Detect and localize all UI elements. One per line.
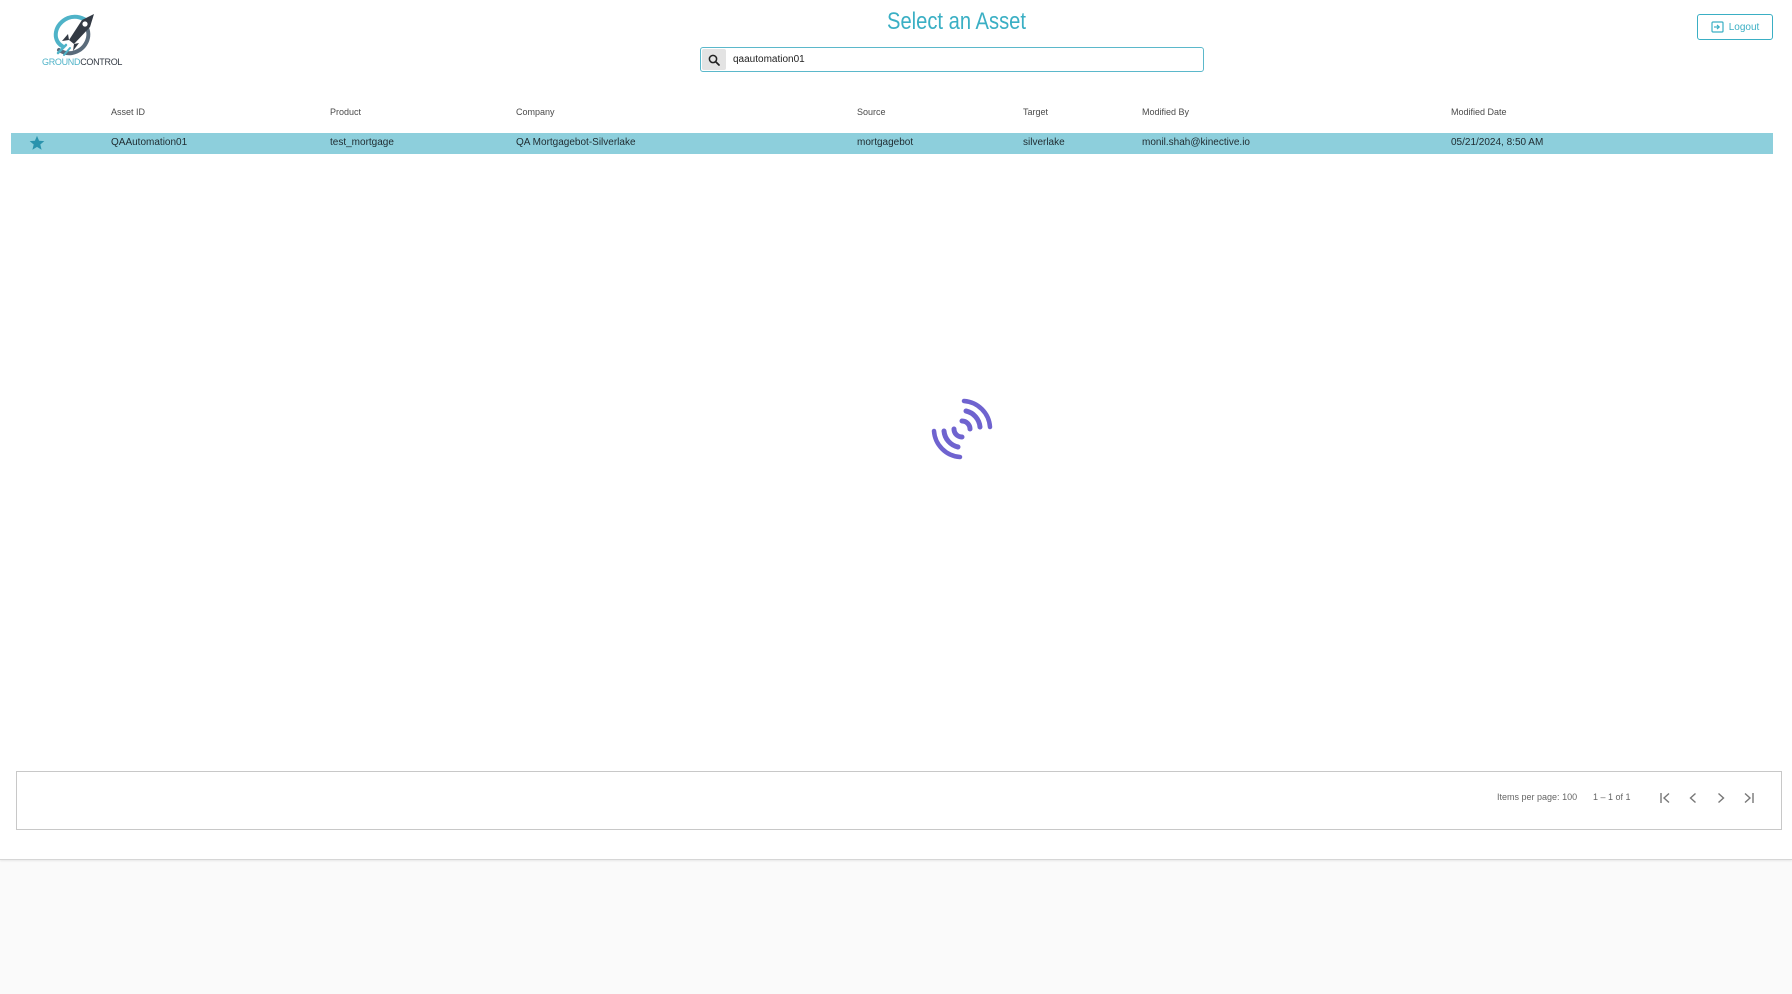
search-input[interactable]	[733, 48, 1193, 71]
column-header-asset-id[interactable]: Asset ID	[111, 107, 145, 117]
search-icon	[708, 54, 720, 66]
last-page-icon	[1744, 792, 1754, 804]
items-per-page[interactable]: Items per page: 100	[1497, 792, 1577, 802]
chevron-left-icon	[1689, 792, 1696, 804]
next-page-button[interactable]	[1710, 787, 1732, 809]
first-page-icon	[1660, 792, 1670, 804]
search-box	[700, 47, 1204, 72]
column-header-source[interactable]: Source	[857, 107, 886, 117]
cell-company: QA Mortgagebot-Silverlake	[516, 137, 636, 148]
search-button[interactable]	[702, 49, 726, 70]
cell-source: mortgagebot	[857, 137, 914, 148]
logout-button[interactable]: Logout	[1697, 14, 1773, 40]
column-header-modified-date[interactable]: Modified Date	[1451, 107, 1507, 117]
page-title: Select an Asset	[887, 8, 1026, 35]
page: GROUNDCONTROL Select an Asset Logout Ass…	[0, 0, 1792, 860]
column-header-company[interactable]: Company	[516, 107, 555, 117]
logo-text: GROUNDCONTROL	[42, 57, 122, 67]
items-per-page-label: Items per page:	[1497, 792, 1560, 802]
table-row[interactable]: QAAutomation01 test_mortgage QA Mortgage…	[11, 133, 1773, 154]
cell-modified-date: 05/21/2024, 8:50 AM	[1451, 137, 1544, 148]
logout-icon	[1711, 21, 1724, 33]
chevron-right-icon	[1718, 792, 1725, 804]
column-header-target[interactable]: Target	[1023, 107, 1048, 117]
cell-asset-id: QAAutomation01	[111, 137, 188, 148]
cell-product: test_mortgage	[330, 137, 394, 148]
header: Select an Asset	[0, 0, 1792, 40]
paginator: Items per page: 100 1 – 1 of 1	[16, 771, 1782, 830]
cell-target: silverlake	[1023, 137, 1065, 148]
cell-modified-by: monil.shah@kinective.io	[1142, 137, 1250, 148]
favorite-star-icon[interactable]	[28, 134, 46, 152]
logo-text-control: CONTROL	[80, 57, 123, 67]
page-range: 1 – 1 of 1	[1593, 792, 1631, 802]
loading-spinner-icon	[931, 398, 993, 460]
logout-label: Logout	[1728, 21, 1760, 33]
first-page-button[interactable]	[1654, 787, 1676, 809]
logo-text-ground: GROUND	[42, 57, 81, 67]
column-header-product[interactable]: Product	[330, 107, 361, 117]
previous-page-button[interactable]	[1682, 787, 1704, 809]
last-page-button[interactable]	[1738, 787, 1760, 809]
column-header-modified-by[interactable]: Modified By	[1142, 107, 1189, 117]
items-per-page-value: 100	[1562, 792, 1578, 802]
